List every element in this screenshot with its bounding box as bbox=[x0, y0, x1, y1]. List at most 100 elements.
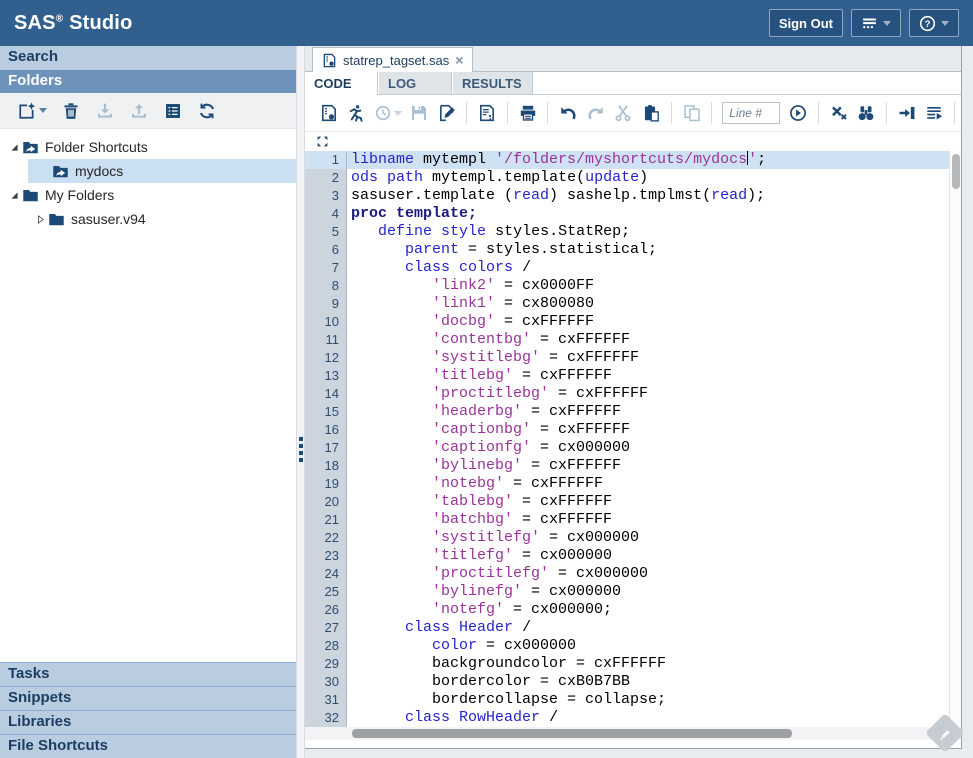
tree-caret-expanded-icon[interactable] bbox=[6, 139, 22, 155]
line-number-25: 25 bbox=[305, 583, 346, 601]
code-line-16[interactable]: 'captionbg' = cxFFFFFF bbox=[347, 421, 961, 439]
section-file-shortcuts[interactable]: File Shortcuts bbox=[0, 734, 296, 758]
code-line-15[interactable]: 'headerbg' = cxFFFFFF bbox=[347, 403, 961, 421]
folder-icon bbox=[22, 187, 39, 204]
code-line-19[interactable]: 'notebg' = cxFFFFFF bbox=[347, 475, 961, 493]
trash-button[interactable] bbox=[56, 98, 86, 124]
code-line-30[interactable]: bordercolor = cxB0B7BB bbox=[347, 673, 961, 691]
tab-log[interactable]: LOG bbox=[379, 72, 452, 94]
program-panel: statrep_tagset.sas × CODELOGRESULTS 1234… bbox=[305, 46, 962, 749]
code-line-22[interactable]: 'systitlefg' = cx000000 bbox=[347, 529, 961, 547]
code-line-26[interactable]: 'notefg' = cx000000; bbox=[347, 601, 961, 619]
code-line-14[interactable]: 'proctitlebg' = cxFFFFFF bbox=[347, 385, 961, 403]
history-icon bbox=[374, 104, 392, 122]
format-code-button[interactable] bbox=[473, 99, 501, 127]
tree-item-folder-shortcuts[interactable]: Folder Shortcuts bbox=[0, 135, 296, 159]
code-line-27[interactable]: class Header / bbox=[347, 619, 961, 637]
vertical-scrollbar[interactable] bbox=[949, 151, 961, 727]
code-line-31[interactable]: bordercollapse = collapse; bbox=[347, 691, 961, 709]
sign-out-button[interactable]: Sign Out bbox=[769, 9, 843, 37]
document-tab[interactable]: statrep_tagset.sas × bbox=[312, 47, 473, 72]
line-number-2: 2 bbox=[305, 169, 346, 187]
clear-code-button[interactable] bbox=[825, 99, 853, 127]
code-line-28[interactable]: color = cx000000 bbox=[347, 637, 961, 655]
code-line-6[interactable]: parent = styles.statistical; bbox=[347, 241, 961, 259]
program-icon bbox=[322, 53, 337, 68]
code-line-1[interactable]: libname mytempl '/folders/myshortcuts/my… bbox=[347, 151, 961, 169]
toolbar-separator bbox=[507, 102, 508, 124]
chevron-down-icon bbox=[883, 21, 891, 26]
redo-button bbox=[582, 99, 610, 127]
code-line-17[interactable]: 'captionfg' = cx000000 bbox=[347, 439, 961, 457]
folders-toolbar bbox=[0, 93, 296, 129]
line-number-8: 8 bbox=[305, 277, 346, 295]
code-line-24[interactable]: 'proctitlefg' = cx000000 bbox=[347, 565, 961, 583]
print-button[interactable] bbox=[514, 99, 542, 127]
code-line-21[interactable]: 'batchbg' = cxFFFFFF bbox=[347, 511, 961, 529]
horizontal-scrollbar-thumb[interactable] bbox=[352, 729, 792, 738]
code-line-10[interactable]: 'docbg' = cxFFFFFF bbox=[347, 313, 961, 331]
undo-button[interactable] bbox=[554, 99, 582, 127]
code-line-3[interactable]: sasuser.template (read) sashelp.tmplmst(… bbox=[347, 187, 961, 205]
tree-item-sasuser-v94[interactable]: sasuser.v94 bbox=[0, 207, 296, 231]
folder-shortcut-icon bbox=[52, 163, 69, 180]
format-lines-button[interactable] bbox=[921, 99, 949, 127]
code-line-9[interactable]: 'link1' = cx800080 bbox=[347, 295, 961, 313]
close-icon[interactable]: × bbox=[455, 53, 463, 67]
editor-code[interactable]: libname mytempl '/folders/myshortcuts/my… bbox=[347, 151, 961, 727]
line-number-15: 15 bbox=[305, 403, 346, 421]
code-line-2[interactable]: ods path mytempl.template(update) bbox=[347, 169, 961, 187]
tab-code[interactable]: CODE bbox=[305, 72, 378, 95]
line-number-19: 19 bbox=[305, 475, 346, 493]
refresh-button[interactable] bbox=[192, 98, 222, 124]
code-line-25[interactable]: 'bylinefg' = cx000000 bbox=[347, 583, 961, 601]
maximize-icon[interactable] bbox=[316, 135, 330, 149]
splitter-handle-icon[interactable] bbox=[299, 434, 303, 465]
view-tabs: CODELOGRESULTS bbox=[305, 72, 961, 95]
section-folders[interactable]: Folders bbox=[0, 70, 296, 93]
tree-caret-collapsed-icon[interactable] bbox=[32, 211, 48, 227]
new-item-button[interactable] bbox=[12, 98, 52, 124]
section-snippets[interactable]: Snippets bbox=[0, 686, 296, 710]
code-line-12[interactable]: 'systitlebg' = cxFFFFFF bbox=[347, 349, 961, 367]
pane-splitter[interactable] bbox=[296, 46, 305, 758]
code-line-13[interactable]: 'titlebg' = cxFFFFFF bbox=[347, 367, 961, 385]
code-line-18[interactable]: 'bylinebg' = cxFFFFFF bbox=[347, 457, 961, 475]
horizontal-scrollbar[interactable] bbox=[305, 727, 961, 740]
tree-item-mydocs[interactable]: mydocs bbox=[28, 159, 296, 183]
app-title: SAS® Studio bbox=[14, 12, 133, 35]
code-line-11[interactable]: 'contentbg' = cxFFFFFF bbox=[347, 331, 961, 349]
line-number-22: 22 bbox=[305, 529, 346, 547]
line-number-9: 9 bbox=[305, 295, 346, 313]
line-number-input[interactable] bbox=[722, 102, 780, 124]
section-libraries[interactable]: Libraries bbox=[0, 710, 296, 734]
properties-button[interactable] bbox=[158, 98, 188, 124]
code-line-4[interactable]: proc template; bbox=[347, 205, 961, 223]
section-search[interactable]: Search bbox=[0, 46, 296, 70]
tree-item-my-folders[interactable]: My Folders bbox=[0, 183, 296, 207]
save-as-button[interactable] bbox=[433, 99, 461, 127]
tree-item-label: sasuser.v94 bbox=[71, 211, 146, 227]
code-line-23[interactable]: 'titlefg' = cx000000 bbox=[347, 547, 961, 565]
code-line-29[interactable]: backgroundcolor = cxFFFFFF bbox=[347, 655, 961, 673]
run-button[interactable] bbox=[343, 99, 371, 127]
section-tasks[interactable]: Tasks bbox=[0, 662, 296, 686]
app-menu-button[interactable] bbox=[851, 9, 901, 37]
code-line-5[interactable]: define style styles.StatRep; bbox=[347, 223, 961, 241]
tree-caret-expanded-icon[interactable] bbox=[6, 187, 22, 203]
paste-button[interactable] bbox=[637, 99, 665, 127]
help-button[interactable]: ? bbox=[909, 9, 959, 37]
code-line-32[interactable]: class RowHeader / bbox=[347, 709, 961, 727]
code-editor[interactable]: 1234567891011121314151617181920212223242… bbox=[305, 151, 961, 727]
find-button[interactable] bbox=[852, 99, 880, 127]
code-line-8[interactable]: 'link2' = cx0000FF bbox=[347, 277, 961, 295]
code-line-20[interactable]: 'tablebg' = cxFFFFFF bbox=[347, 493, 961, 511]
vertical-scrollbar-thumb[interactable] bbox=[952, 154, 960, 189]
program-button[interactable] bbox=[315, 99, 343, 127]
tab-results[interactable]: RESULTS bbox=[453, 72, 533, 94]
shift-right-button[interactable] bbox=[893, 99, 921, 127]
history-button bbox=[370, 99, 405, 127]
goto-line-button[interactable] bbox=[784, 99, 812, 127]
save-as-icon bbox=[438, 104, 456, 122]
code-line-7[interactable]: class colors / bbox=[347, 259, 961, 277]
